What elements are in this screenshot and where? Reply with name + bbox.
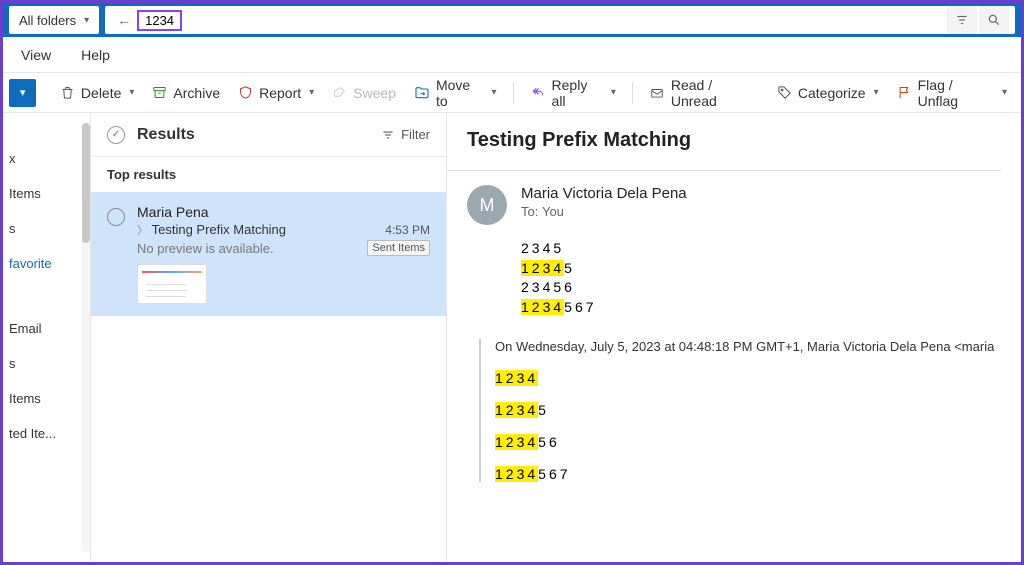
quote-header: On Wednesday, July 5, 2023 at 04:48:18 P… [495,339,1001,354]
archive-button[interactable]: Archive [144,81,228,105]
message-thumbnail [137,264,207,304]
quoted-message: On Wednesday, July 5, 2023 at 04:48:18 P… [479,339,1001,482]
avatar: M [467,185,507,225]
flag-button[interactable]: Flag / Unflag ▾ [889,73,1015,113]
reading-pane: Testing Prefix Matching M Maria Victoria… [447,113,1021,562]
sidebar-item[interactable]: Items [3,381,90,416]
toolbar: ▾ Delete ▾ Archive Report ▾ Sweep Move t… [3,73,1021,113]
message-time: 4:53 PM [385,223,430,237]
message-select-checkbox[interactable] [107,208,125,226]
chevron-down-icon: ▾ [611,87,616,98]
chevron-down-icon: ▾ [84,15,89,26]
categorize-button[interactable]: Categorize ▾ [769,81,887,105]
chevron-down-icon: ▾ [492,87,497,98]
report-button[interactable]: Report ▾ [230,81,322,105]
search-bar: All folders ▾ ← 1234 [3,3,1021,37]
folder-move-icon [414,85,430,101]
email-body: 2345 12345 23456 1234567 [521,239,1001,317]
chevron-down-icon: ▾ [1002,87,1007,98]
folder-sidebar: x Items s favorite Email s Items ted Ite… [3,113,91,562]
select-all-checkbox[interactable]: ✓ [107,126,125,144]
message-item[interactable]: Maria Pena 〉 Testing Prefix Matching 4:5… [91,192,446,316]
search-field-wrap: ← 1234 [105,6,1015,34]
delete-button[interactable]: Delete ▾ [52,81,143,105]
read-unread-button[interactable]: Read / Unread [641,73,767,113]
menu-bar: View Help [3,37,1021,73]
main-region: x Items s favorite Email s Items ted Ite… [3,113,1021,562]
folder-scope-dropdown[interactable]: All folders ▾ [9,6,99,34]
sidebar-item[interactable]: s [3,346,90,381]
sidebar-item[interactable]: Email [3,311,90,346]
reply-all-icon [530,86,546,100]
new-mail-dropdown[interactable]: ▾ [9,79,36,107]
sweep-icon [332,85,347,100]
trash-icon [60,85,75,100]
tag-icon [777,85,792,100]
chevron-down-icon: ▾ [874,87,879,98]
message-sender: Maria Pena [137,204,430,220]
email-to: To: You [521,204,687,219]
message-preview: No preview is available. [137,241,274,256]
sidebar-item[interactable]: ted Ite... [3,416,90,451]
sidebar-item[interactable]: s [3,211,90,246]
sidebar-item[interactable]: x [3,141,90,176]
chevron-down-icon: ▾ [129,87,134,98]
chevron-down-icon: ▾ [309,87,314,98]
email-sender: Maria Victoria Dela Pena [521,185,687,202]
message-subject: 〉 Testing Prefix Matching [137,222,286,238]
sweep-button: Sweep [324,81,404,105]
email-subject: Testing Prefix Matching [467,129,1001,152]
results-header: ✓ Results Filter [91,113,446,157]
shield-icon [238,85,253,100]
filter-icon[interactable] [947,6,977,34]
envelope-icon [649,86,665,100]
reply-all-button[interactable]: Reply all ▾ [522,73,624,113]
results-list: ✓ Results Filter Top results Maria Pena … [91,113,447,562]
move-button[interactable]: Move to ▾ [406,73,505,113]
filter-button[interactable]: Filter [381,127,430,142]
search-icon[interactable] [979,6,1009,34]
sidebar-item-favorite[interactable]: favorite [3,246,90,281]
search-input[interactable]: 1234 [137,10,182,31]
folder-scope-label: All folders [19,13,76,28]
archive-icon [152,85,167,100]
results-title: Results [137,126,195,144]
message-folder-tag: Sent Items [367,240,430,256]
sidebar-scrollbar-thumb[interactable] [82,123,90,243]
menu-help[interactable]: Help [81,47,110,63]
menu-view[interactable]: View [21,47,51,63]
sidebar-item[interactable]: Items [3,176,90,211]
top-results-header: Top results [91,157,446,192]
flag-icon [897,85,912,100]
back-arrow-icon[interactable]: ← [111,12,137,28]
